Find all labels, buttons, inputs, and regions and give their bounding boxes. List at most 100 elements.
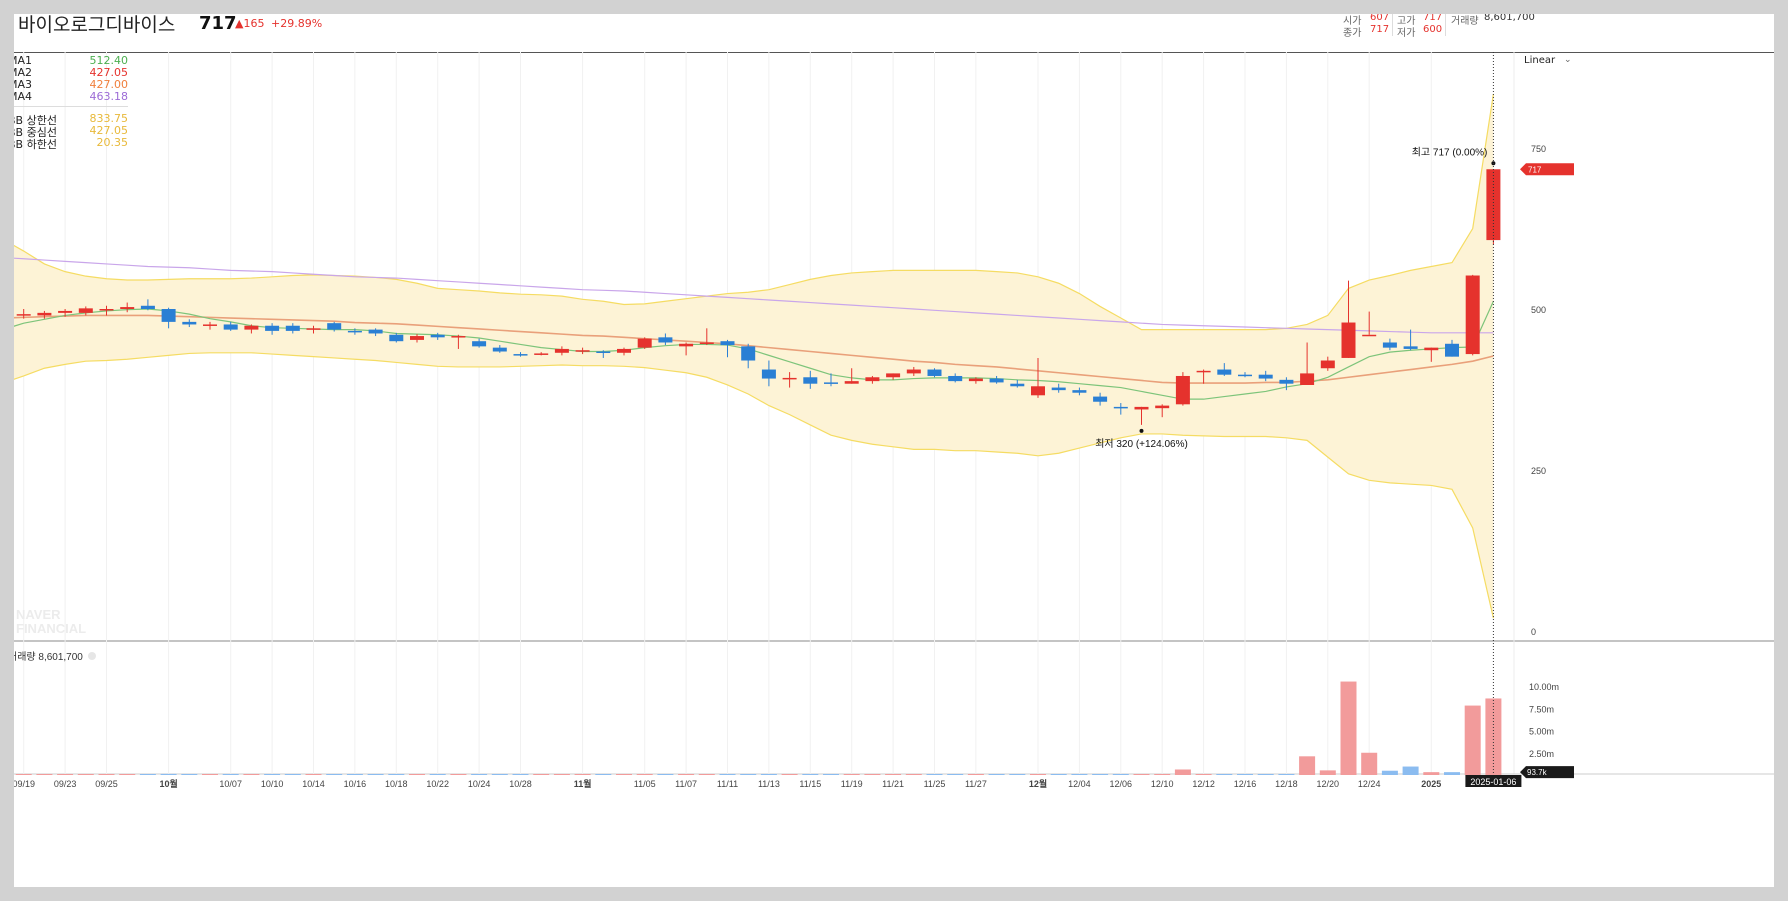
- candle-body: [927, 369, 942, 376]
- time-tick-label: 10/16: [344, 779, 367, 789]
- time-tick-label: 09/23: [54, 779, 77, 789]
- volume-bar: [636, 774, 653, 775]
- candle-body: [554, 348, 569, 353]
- candle-body: [472, 341, 487, 347]
- candle-body: [140, 305, 155, 309]
- volume-bar: [1092, 774, 1109, 775]
- volume-bar: [491, 774, 508, 775]
- volume-bar: [1154, 774, 1171, 775]
- candle-body: [451, 336, 466, 338]
- price-chart[interactable]: NAVERFINANCIAL 0 250 500 750 2.50m 5.00m 7.50m 1…: [14, 14, 1774, 887]
- candle-body: [617, 348, 631, 353]
- legend-bb-lower-value: 20.35: [96, 136, 129, 149]
- volume-bar: [905, 774, 922, 775]
- time-tick-label: 12/24: [1358, 779, 1381, 789]
- time-tick-label: 12/10: [1151, 779, 1174, 789]
- volume-bar: [429, 774, 446, 775]
- candle-body: [968, 378, 983, 382]
- time-tick-label: 2025: [1421, 779, 1441, 789]
- volume-bar: [15, 774, 32, 775]
- volume-bar: [1361, 752, 1378, 775]
- volume-bar: [595, 774, 612, 775]
- legend-ma4-value: 463.18: [89, 90, 129, 103]
- volume-bar: [409, 774, 425, 775]
- volume-bar: [1319, 770, 1336, 775]
- volume-bar: [57, 774, 74, 775]
- candle-body: [886, 373, 901, 378]
- price-tick-label: 0: [1531, 627, 1536, 637]
- volume-bar: [574, 774, 591, 775]
- price-tick-label: 500: [1531, 305, 1546, 315]
- candle-body: [1320, 360, 1335, 369]
- time-tick-label: 12/12: [1192, 779, 1215, 789]
- candle-body: [720, 341, 735, 346]
- time-tick-label: 12/04: [1068, 779, 1091, 789]
- time-tick-label: 09/25: [95, 779, 118, 789]
- volume-bar: [1423, 772, 1440, 775]
- candle-body: [389, 334, 404, 342]
- candle-body: [368, 329, 383, 334]
- candle-body: [1238, 374, 1252, 377]
- candle-body: [265, 325, 280, 331]
- volume-bar: [1464, 705, 1481, 775]
- candle-body: [78, 308, 93, 313]
- candle-body: [1465, 275, 1480, 355]
- price-tick-label: 250: [1531, 466, 1546, 476]
- time-tick-label: 10/18: [385, 779, 408, 789]
- time-tick-label: 09/19: [14, 779, 35, 789]
- volume-bar: [284, 774, 301, 775]
- volume-bar: [346, 774, 363, 775]
- volume-bar: [1133, 774, 1150, 775]
- time-tick-label: 10/28: [509, 779, 532, 789]
- scale-mode-button[interactable]: Linear: [1524, 55, 1555, 66]
- volume-tick-label: 10.00m: [1529, 682, 1559, 692]
- candle-body: [699, 342, 714, 344]
- legend-bb-lower-label: BB 하한선: [14, 138, 57, 151]
- time-tick-label: 12월: [1029, 778, 1047, 789]
- volume-bar: [181, 774, 198, 775]
- volume-bar: [305, 774, 322, 775]
- candle-body: [492, 347, 507, 352]
- volume-bar: [1112, 774, 1129, 775]
- volume-bar: [98, 774, 115, 775]
- time-tick-label: 10/22: [426, 779, 449, 789]
- candle-body: [1031, 386, 1045, 396]
- volume-panel-label: 거래량 8,601,700: [14, 651, 83, 663]
- candle-body: [1051, 387, 1066, 391]
- low-marker: [1139, 428, 1144, 433]
- candle-body: [203, 324, 217, 326]
- crosshair-date-label: 2025-01-06: [1470, 777, 1516, 787]
- volume-bar: [740, 774, 757, 775]
- candle-body: [906, 369, 921, 374]
- volume-bar: [823, 774, 839, 775]
- volume-bar: [678, 774, 695, 775]
- volume-bar: [160, 773, 177, 775]
- candle-body: [575, 350, 590, 352]
- volume-bar: [1381, 770, 1398, 775]
- close-icon: [88, 652, 96, 660]
- candle-body: [1010, 383, 1025, 387]
- time-tick-label: 11/13: [758, 779, 780, 789]
- volume-bar: [616, 774, 632, 775]
- candle-body: [120, 307, 135, 309]
- volume-bar: [781, 774, 798, 775]
- chevron-down-icon[interactable]: ⌄: [1564, 55, 1572, 65]
- time-tick-label: 11월: [574, 778, 592, 789]
- time-tick-label: 11/15: [799, 779, 821, 789]
- volume-bar: [1050, 774, 1067, 775]
- volume-bar: [1299, 756, 1316, 775]
- candle-body: [1072, 390, 1087, 393]
- volume-bar: [264, 774, 281, 775]
- time-tick-label: 11/25: [924, 779, 946, 789]
- candle-body: [99, 309, 114, 311]
- time-tick-label: 12/20: [1317, 779, 1340, 789]
- volume-bar: [967, 774, 984, 775]
- chart-frame: 바이오로그디바이스 717 ▲165 +29.89% 시가 607 종가 717…: [14, 14, 1774, 887]
- time-tick-label: 11/21: [882, 779, 904, 789]
- watermark: NAVER: [16, 607, 61, 622]
- volume-bar: [1030, 774, 1046, 775]
- candle-body: [1382, 342, 1397, 348]
- volume-bar: [1237, 774, 1253, 775]
- volume-bar: [988, 774, 1005, 775]
- candle-body: [803, 377, 818, 384]
